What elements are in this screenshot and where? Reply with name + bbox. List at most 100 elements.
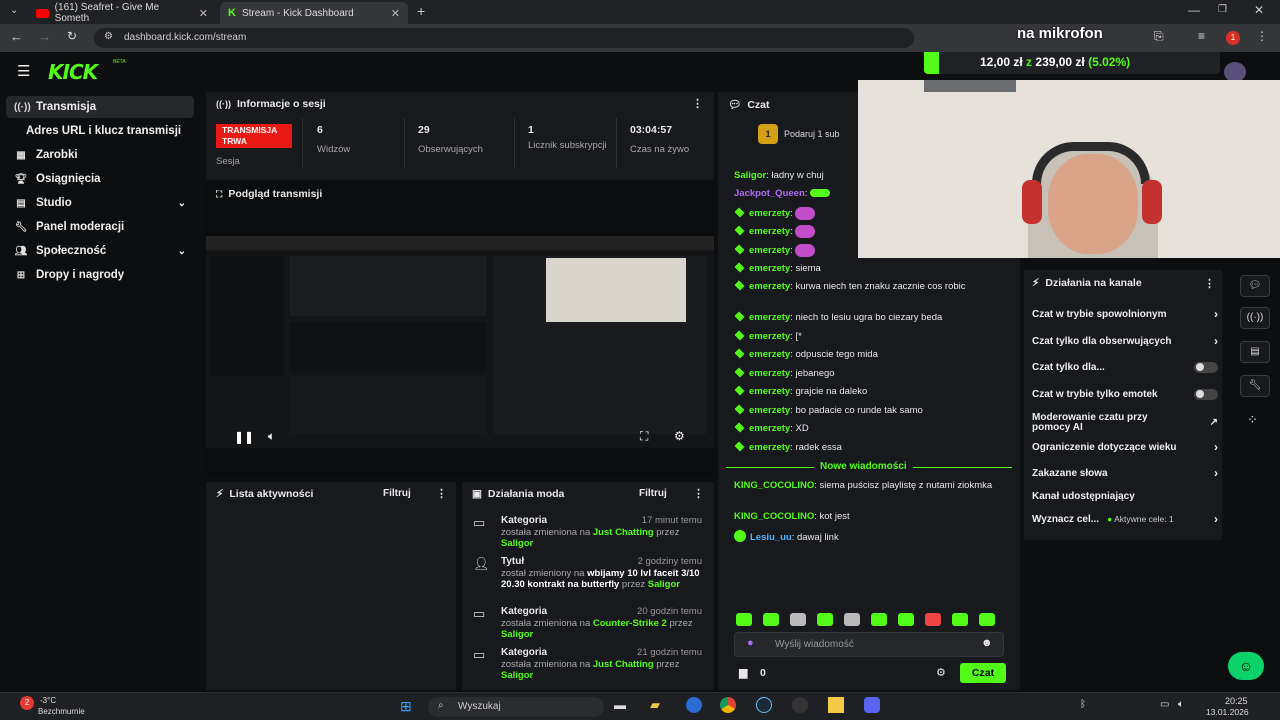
action-followers-only[interactable]: Czat tylko dla obserwujących ›	[1032, 334, 1218, 348]
more-options-icon[interactable]: ⋮	[692, 97, 703, 110]
chat-username[interactable]: emerzety	[749, 405, 790, 416]
action-sharing-channel[interactable]: Kanał udostępniający	[1032, 489, 1218, 503]
tab-kick-dashboard[interactable]: K Stream - Kick Dashboard ✕	[220, 2, 408, 24]
help-button[interactable]: ☺	[1228, 652, 1264, 680]
chat-username[interactable]: emerzety	[749, 442, 790, 453]
tab-youtube[interactable]: (161) Seafret - Give Me Someth ✕	[28, 2, 216, 24]
toggle-switch[interactable]	[1194, 361, 1218, 373]
quick-layout-button[interactable]: ▤	[1240, 341, 1270, 363]
chat-username[interactable]: Lesiu_uu	[750, 532, 792, 543]
notification-badge[interactable]: 1	[1226, 31, 1240, 45]
pinned-gift-banner[interactable]: 1 Podaruj 1 sub	[758, 122, 858, 146]
toggle-switch[interactable]	[1194, 388, 1218, 400]
browser-menu-icon[interactable]: ⋮	[1256, 29, 1268, 43]
new-tab-icon[interactable]: +	[417, 3, 425, 19]
emote-icon[interactable]	[871, 613, 887, 626]
add-widget-icon[interactable]: ⁘	[1247, 412, 1258, 428]
chat-username[interactable]: emerzety	[749, 423, 790, 434]
close-tab-icon[interactable]: ✕	[391, 7, 400, 20]
discord-icon[interactable]	[864, 697, 880, 713]
user-avatar[interactable]	[1224, 62, 1246, 82]
action-age-restriction[interactable]: Ograniczenie dotyczące wieku ›	[1032, 440, 1218, 454]
steam-icon[interactable]	[756, 697, 772, 713]
sidebar-item-studio[interactable]: ▤ Studio ⌄	[6, 192, 194, 214]
chat-username[interactable]: KING_COCOLINO	[734, 511, 814, 522]
chat-username[interactable]: emerzety	[749, 226, 790, 237]
sidebar-item-transmisja[interactable]: ((·)) Transmisja	[6, 96, 194, 118]
quick-chat-button[interactable]: 💬︎	[1240, 275, 1270, 297]
emoji-picker-icon[interactable]: ☻	[981, 637, 993, 649]
emote-icon[interactable]	[817, 613, 833, 626]
minimize-icon[interactable]: —	[1188, 3, 1200, 17]
quick-broadcast-button[interactable]: ((·))	[1240, 307, 1270, 329]
action-banned-words[interactable]: Zakazane słowa ›	[1032, 466, 1218, 480]
weather-icon[interactable]: 2	[20, 696, 34, 710]
back-icon[interactable]: ←	[10, 29, 23, 44]
action-emote-only[interactable]: Czat w trybie tylko emotek	[1032, 387, 1218, 401]
quick-wrench-button[interactable]: 🔧︎	[1240, 375, 1270, 397]
emote-icon[interactable]	[979, 613, 995, 626]
chrome-icon[interactable]	[720, 697, 736, 713]
close-window-icon[interactable]: ✕	[1254, 3, 1264, 17]
action-ai-moderation[interactable]: Moderowanie czatu przy pomocy AI ↗	[1032, 412, 1218, 434]
chat-username[interactable]: emerzety	[749, 386, 790, 397]
volume-icon[interactable]: 🔈︎	[1178, 699, 1184, 710]
network-icon[interactable]: ▭	[1160, 699, 1169, 710]
file-explorer-icon[interactable]: ▰	[650, 697, 660, 713]
forward-icon[interactable]: →	[38, 29, 51, 44]
more-options-icon[interactable]: ⋮	[1204, 277, 1215, 290]
maximize-icon[interactable]: ❐	[1218, 4, 1227, 15]
filter-button[interactable]: Filtruj	[639, 488, 667, 499]
app-icon[interactable]	[792, 697, 808, 713]
chat-username[interactable]: emerzety	[749, 263, 790, 274]
sidebar-item-stream-key[interactable]: Adres URL i klucz transmisji	[6, 120, 194, 142]
chat-username[interactable]: emerzety	[749, 349, 790, 360]
emote-icon[interactable]	[898, 613, 914, 626]
stream-preview-video[interactable]: ❚❚ 🔈︎ ⛶ ⚙	[206, 236, 714, 448]
tab-list-chevron-icon[interactable]: ⌄	[10, 5, 18, 16]
sidebar-item-panel-moderacji[interactable]: 🔧︎ Panel moderacji	[6, 216, 194, 238]
volume-icon[interactable]: 🔈︎	[268, 429, 275, 444]
chat-username[interactable]: emerzety	[749, 281, 790, 292]
emote-icon[interactable]	[763, 613, 779, 626]
sidebar-item-zarobki[interactable]: ▦ Zarobki	[6, 144, 194, 166]
chat-username[interactable]: Jackpot_Queen	[734, 188, 805, 199]
action-subscribers-only[interactable]: Czat tylko dla...	[1032, 360, 1218, 374]
sidebar-item-spolecznosc[interactable]: 👥︎ Społeczność ⌄	[6, 240, 194, 262]
chat-settings-icon[interactable]: ⚙	[936, 666, 946, 679]
points-icon[interactable]: ▆	[739, 666, 747, 679]
extensions-icon[interactable]: ⎘	[1154, 29, 1164, 44]
emote-icon[interactable]	[952, 613, 968, 626]
sidebar-item-osiagniecia[interactable]: 🏆︎ Osiągnięcia	[6, 168, 194, 190]
hamburger-menu-icon[interactable]: ☰	[17, 62, 30, 80]
settings-icon[interactable]: ⚙	[674, 429, 685, 443]
fullscreen-icon[interactable]: ⛶	[640, 429, 648, 444]
more-options-icon[interactable]: ⋮	[436, 487, 447, 500]
action-slow-mode[interactable]: Czat w trybie spowolnionym ›	[1032, 307, 1218, 321]
filter-button[interactable]: Filtruj	[383, 488, 411, 499]
chat-username[interactable]: emerzety	[749, 331, 790, 342]
send-chat-button[interactable]: Czat	[960, 663, 1006, 683]
app-icon[interactable]	[828, 697, 844, 713]
chat-username[interactable]: emerzety	[749, 208, 790, 219]
taskbar-search[interactable]: ⌕ Wyszukaj	[428, 697, 604, 717]
pause-icon[interactable]: ❚❚	[234, 430, 254, 444]
emote-icon[interactable]	[736, 613, 752, 626]
url-field[interactable]: ⚙ dashboard.kick.com/stream	[94, 28, 914, 48]
sidebar-item-dropy[interactable]: ⊞ Dropy i nagrody	[6, 264, 194, 286]
chat-username[interactable]: Saligor	[734, 170, 766, 181]
site-info-icon[interactable]: ⚙	[104, 31, 113, 42]
emote-icon[interactable]	[844, 613, 860, 626]
chat-username[interactable]: emerzety	[749, 312, 790, 323]
app-icon[interactable]	[686, 697, 702, 713]
emote-icon[interactable]	[790, 613, 806, 626]
more-options-icon[interactable]: ⋮	[693, 487, 704, 500]
taskview-icon[interactable]: ▬	[614, 698, 626, 712]
downloads-icon[interactable]: ≡	[1198, 29, 1205, 43]
chat-username[interactable]: emerzety	[749, 245, 790, 256]
close-tab-icon[interactable]: ✕	[199, 7, 208, 20]
emote-icon[interactable]	[925, 613, 941, 626]
chat-username[interactable]: emerzety	[749, 368, 790, 379]
chat-username[interactable]: KING_COCOLINO	[734, 480, 814, 491]
chat-input[interactable]: ● Wyślij wiadomość ☻	[734, 632, 1004, 657]
